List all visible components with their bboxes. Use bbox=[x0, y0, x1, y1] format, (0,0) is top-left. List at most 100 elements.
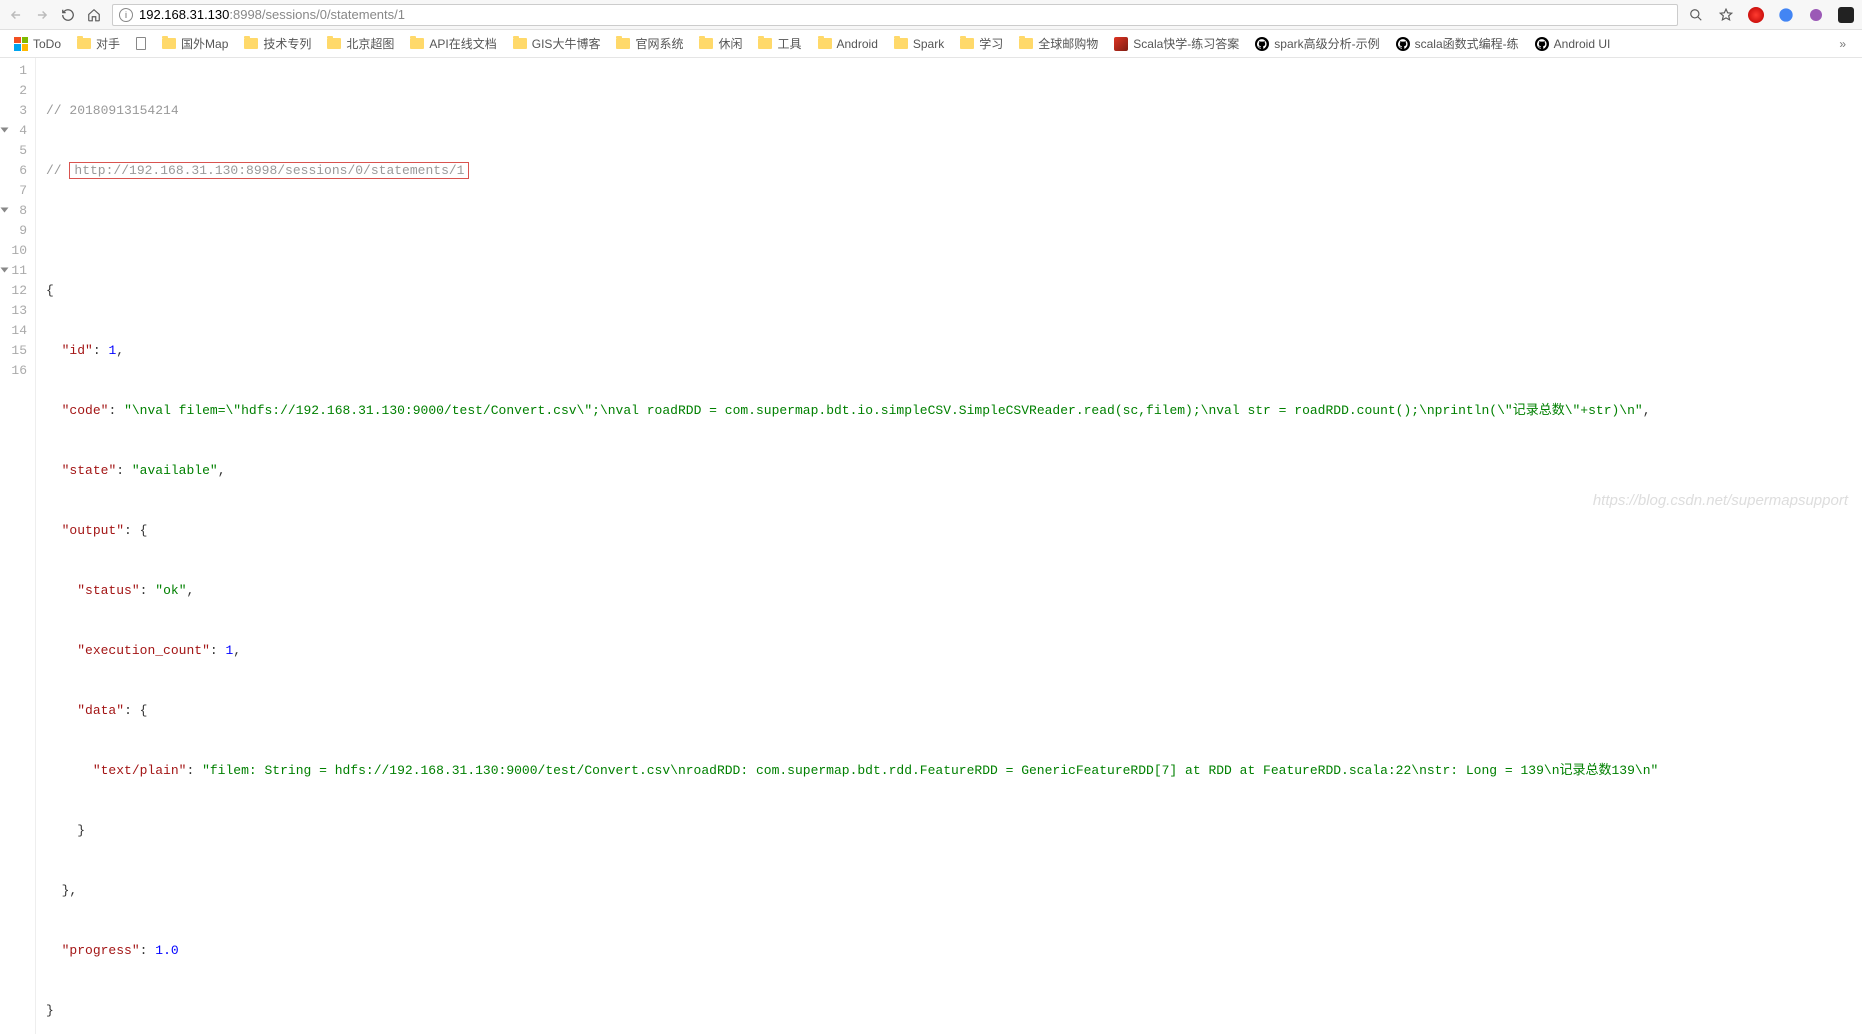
bookmark-label: 北京超图 bbox=[346, 35, 394, 52]
fold-icon[interactable] bbox=[1, 128, 9, 133]
json-value-progress: 1.0 bbox=[155, 943, 178, 958]
forward-icon[interactable] bbox=[34, 7, 50, 23]
line-number: 8 bbox=[0, 201, 27, 221]
bookmark-item[interactable]: 国外Map bbox=[156, 33, 234, 54]
bookmark-label: ToDo bbox=[33, 37, 61, 51]
json-key-text-plain: text/plain bbox=[93, 763, 187, 778]
folder-icon bbox=[699, 38, 713, 49]
line-number: 11 bbox=[0, 261, 27, 281]
extension-icon[interactable] bbox=[1808, 7, 1824, 23]
bookmark-item[interactable]: 北京超图 bbox=[321, 33, 400, 54]
line-number: 1 bbox=[0, 61, 27, 81]
browser-toolbar: i 192.168.31.130:8998/sessions/0/stateme… bbox=[0, 0, 1862, 30]
bookmark-item[interactable]: Scala快学-练习答案 bbox=[1108, 33, 1245, 54]
star-icon[interactable] bbox=[1718, 7, 1734, 23]
line-number: 9 bbox=[0, 221, 27, 241]
toolbar-right-icons bbox=[1688, 7, 1854, 23]
bookmark-label: 官网系统 bbox=[635, 35, 683, 52]
folder-icon bbox=[410, 38, 424, 49]
file-icon bbox=[136, 37, 146, 50]
line-number: 2 bbox=[0, 81, 27, 101]
bookmark-item[interactable]: 休闲 bbox=[693, 33, 748, 54]
folder-icon bbox=[513, 38, 527, 49]
bookmark-item[interactable]: 工具 bbox=[752, 33, 807, 54]
line-number: 7 bbox=[0, 181, 27, 201]
address-bar[interactable]: i 192.168.31.130:8998/sessions/0/stateme… bbox=[112, 4, 1678, 26]
folder-icon bbox=[244, 38, 258, 49]
folder-icon bbox=[894, 38, 908, 49]
bookmark-label: scala函数式编程-练 bbox=[1415, 35, 1519, 52]
home-icon[interactable] bbox=[86, 7, 102, 23]
line-number: 15 bbox=[0, 341, 27, 361]
bookmark-label: 学习 bbox=[979, 35, 1003, 52]
bookmark-label: spark高级分析-示例 bbox=[1274, 35, 1379, 52]
json-key-progress: progress bbox=[62, 943, 140, 958]
bookmark-item[interactable]: 学习 bbox=[954, 33, 1009, 54]
line-number: 13 bbox=[0, 301, 27, 321]
extension-icon[interactable] bbox=[1838, 7, 1854, 23]
extension-icon[interactable] bbox=[1778, 7, 1794, 23]
folder-icon bbox=[960, 38, 974, 49]
json-key-data: data bbox=[77, 703, 124, 718]
json-value-status: ok bbox=[155, 583, 186, 598]
code-content: // 20180913154214 // http://192.168.31.1… bbox=[36, 58, 1862, 1034]
highlighted-url: http://192.168.31.130:8998/sessions/0/st… bbox=[69, 162, 469, 179]
bookmark-item[interactable]: Spark bbox=[888, 35, 950, 53]
bookmark-label: Spark bbox=[913, 37, 944, 51]
json-key-code: code bbox=[62, 403, 109, 418]
bookmark-label: 工具 bbox=[777, 35, 801, 52]
line-number: 4 bbox=[0, 121, 27, 141]
line-number: 10 bbox=[0, 241, 27, 261]
bookmark-item[interactable]: Android bbox=[812, 35, 884, 53]
line-number-gutter: 12345678910111213141516 bbox=[0, 58, 36, 1034]
json-key-output: output bbox=[62, 523, 124, 538]
todo-icon bbox=[14, 37, 28, 51]
bookmark-label: 国外Map bbox=[181, 35, 228, 52]
fold-icon[interactable] bbox=[1, 268, 9, 273]
folder-icon bbox=[818, 38, 832, 49]
bookmark-item[interactable]: scala函数式编程-练 bbox=[1390, 33, 1525, 54]
bookmark-label: Scala快学-练习答案 bbox=[1133, 35, 1239, 52]
folder-icon bbox=[162, 38, 176, 49]
bookmark-item[interactable] bbox=[130, 35, 152, 52]
json-key-id: id bbox=[62, 343, 93, 358]
bookmark-item[interactable]: 对手 bbox=[71, 33, 126, 54]
scala-icon bbox=[1114, 37, 1128, 51]
github-icon bbox=[1255, 37, 1269, 51]
bookmark-label: 技术专列 bbox=[263, 35, 311, 52]
json-value-code: \nval filem=\"hdfs://192.168.31.130:9000… bbox=[124, 403, 1643, 418]
bookmark-item[interactable]: Android UI bbox=[1529, 35, 1617, 53]
json-brace-close: } bbox=[46, 1003, 54, 1018]
json-viewer: 12345678910111213141516 // 2018091315421… bbox=[0, 58, 1862, 1034]
json-key-execution-count: execution_count bbox=[77, 643, 210, 658]
folder-icon bbox=[1019, 38, 1033, 49]
bookmark-item[interactable]: API在线文档 bbox=[404, 33, 502, 54]
github-icon bbox=[1535, 37, 1549, 51]
extension-icon[interactable] bbox=[1748, 7, 1764, 23]
json-value-state: available bbox=[132, 463, 218, 478]
back-icon[interactable] bbox=[8, 7, 24, 23]
site-info-icon[interactable]: i bbox=[119, 8, 133, 22]
folder-icon bbox=[616, 38, 630, 49]
json-brace-open: { bbox=[46, 283, 54, 298]
line-number: 6 bbox=[0, 161, 27, 181]
line-number: 16 bbox=[0, 361, 27, 381]
folder-icon bbox=[77, 38, 91, 49]
comment-prefix: // bbox=[46, 163, 69, 178]
comment-timestamp: // 20180913154214 bbox=[46, 103, 179, 118]
bookmark-item[interactable]: 官网系统 bbox=[610, 33, 689, 54]
bookmark-item[interactable]: 技术专列 bbox=[238, 33, 317, 54]
bookmarks-overflow-button[interactable]: » bbox=[1831, 37, 1854, 51]
bookmark-item[interactable]: spark高级分析-示例 bbox=[1249, 33, 1385, 54]
search-omni-icon[interactable] bbox=[1688, 7, 1704, 23]
json-value-execution-count: 1 bbox=[225, 643, 233, 658]
bookmark-item[interactable]: 全球邮购物 bbox=[1013, 33, 1104, 54]
fold-icon[interactable] bbox=[1, 208, 9, 213]
json-key-state: state bbox=[62, 463, 117, 478]
bookmark-item[interactable]: ToDo bbox=[8, 35, 67, 53]
bookmark-item[interactable]: GIS大牛博客 bbox=[507, 33, 607, 54]
folder-icon bbox=[327, 38, 341, 49]
reload-icon[interactable] bbox=[60, 7, 76, 23]
bookmark-label: Android UI bbox=[1554, 37, 1611, 51]
bookmark-label: 对手 bbox=[96, 35, 120, 52]
